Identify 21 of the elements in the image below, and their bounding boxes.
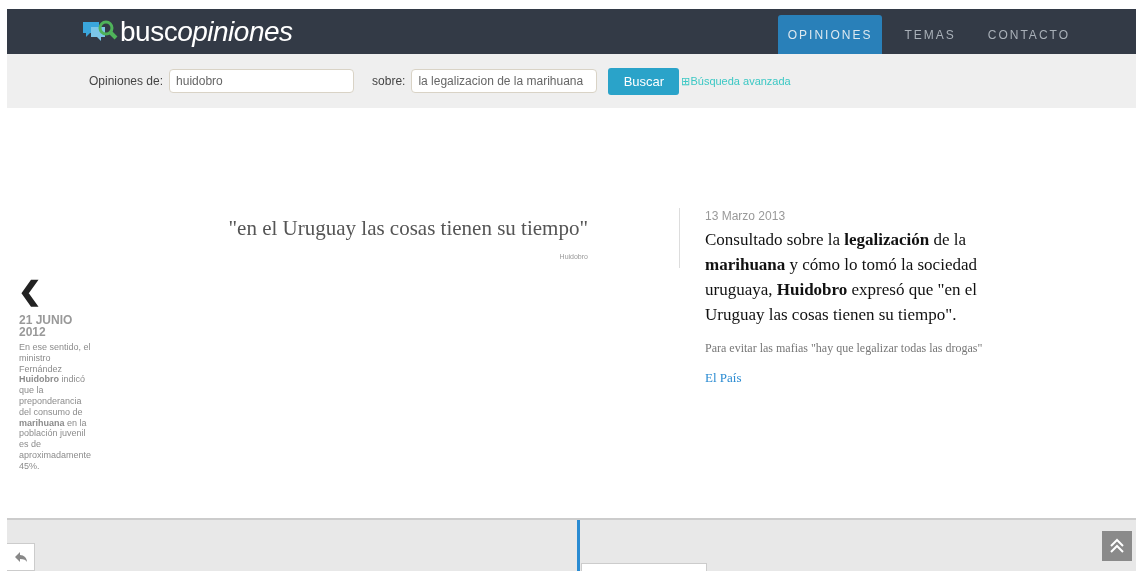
previous-date: 21 JUNIO 2012 [19, 314, 74, 338]
quote-text: "en el Uruguay las cosas tienen su tiempo" [227, 216, 588, 241]
site-logo[interactable]: buscopiniones [120, 15, 293, 48]
scroll-top-button[interactable] [1102, 531, 1132, 561]
back-button[interactable] [7, 543, 35, 571]
search-button[interactable]: Buscar [608, 67, 680, 95]
previous-excerpt: En ese sentido, el ministro Fernández Huidobro indicó que la preponderancia del consumo de marihuana en la población juvenil es de aproximadamente 45%. [19, 342, 93, 472]
author-field[interactable]: huidobro [169, 69, 355, 93]
nav-tab[interactable]: OPINIONES [777, 15, 883, 54]
article-body: Consultado sobre la legalización de la marihuana y cómo lo tomó la sociedad uruguaya, Huidobro expresó que "en el Uruguay las cosas tienen su tiempo". [705, 229, 978, 326]
article-date: 13 Marzo 2013 [705, 209, 787, 223]
timeline-marker [577, 520, 580, 571]
nav-tab[interactable]: TEMAS [894, 15, 966, 54]
topic-field[interactable]: la legalizacion de la marihuana [411, 69, 598, 93]
double-chevron-up-icon [1109, 538, 1125, 554]
reply-arrow-icon [13, 551, 28, 563]
author-label: Opiniones de: [89, 74, 164, 88]
nav-tab[interactable]: CONTACTO [977, 15, 1080, 54]
article-headline: Para evitar las mafias "hay que legalizar todas las drogas" [705, 341, 984, 356]
topic-label: sobre: [372, 74, 406, 88]
source-link[interactable]: El País [705, 370, 1035, 386]
